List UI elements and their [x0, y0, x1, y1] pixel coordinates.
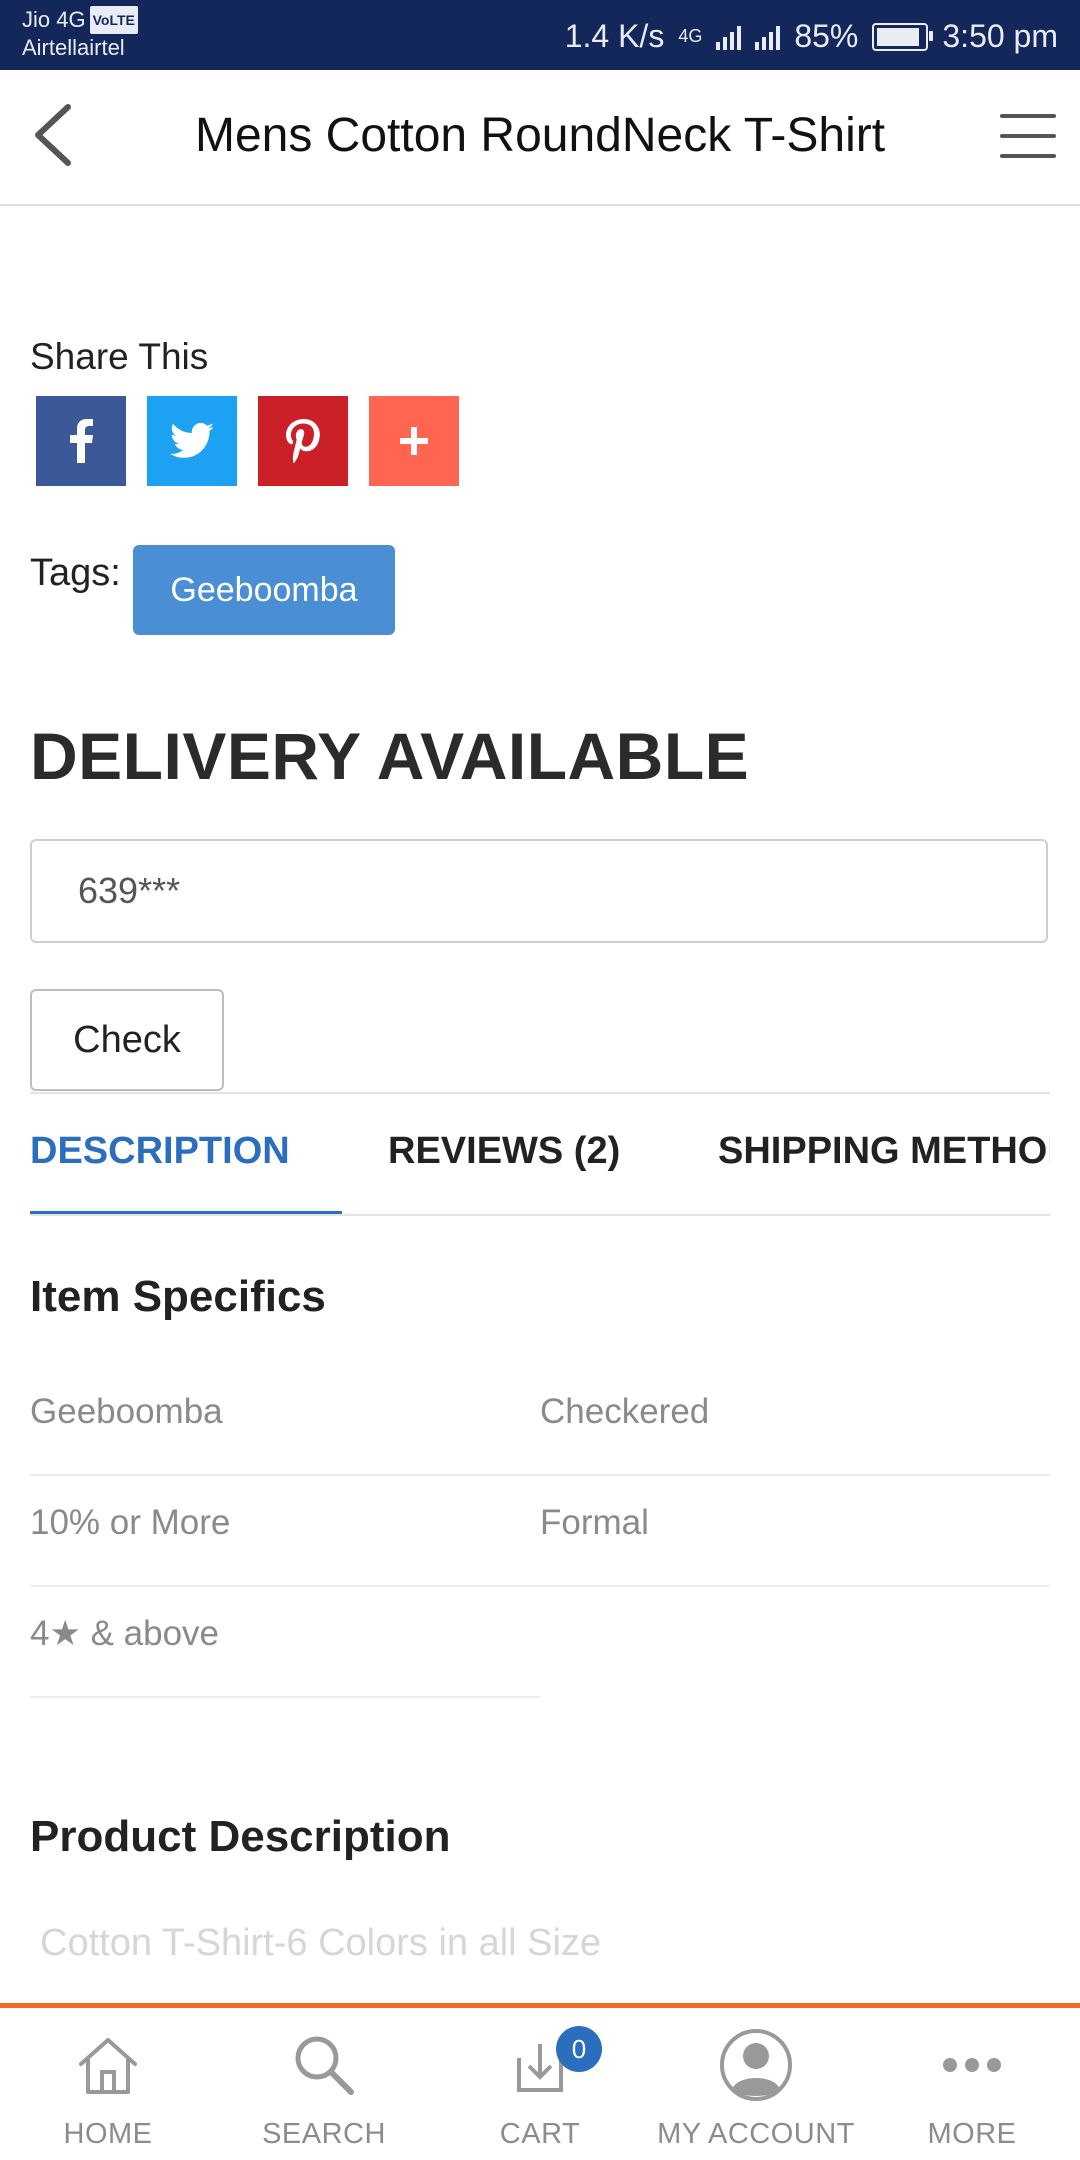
nav-home[interactable]: HOME	[0, 2008, 216, 2160]
status-indicators: 1.4 K/s 4G 85% 3:50 pm	[565, 18, 1058, 55]
spec-cell: Formal	[540, 1477, 1050, 1587]
facebook-share-button[interactable]	[36, 396, 126, 486]
check-button[interactable]: Check	[30, 989, 224, 1091]
bottom-navigation: HOME SEARCH 0 CART MY ACCOUNT MORE	[0, 2003, 1080, 2160]
tab-description[interactable]: DESCRIPTION	[30, 1130, 290, 1173]
carrier-info: Jio 4G VoLTE Airtellairtel	[22, 6, 138, 62]
battery-percent: 85%	[794, 18, 859, 54]
spec-cell: 10% or More	[30, 1477, 540, 1587]
carrier-line-2: Airtellairtel	[22, 35, 125, 60]
nav-more[interactable]: MORE	[864, 2008, 1080, 2160]
nav-cart[interactable]: 0 CART	[432, 2008, 648, 2160]
pincode-input[interactable]	[30, 839, 1048, 943]
nav-my-account-label: MY ACCOUNT	[657, 2118, 855, 2150]
carrier-line-1: Jio 4G	[22, 7, 86, 32]
app-header: Mens Cotton RoundNeck T-Shirt	[0, 70, 1080, 206]
pinterest-share-button[interactable]	[258, 396, 348, 486]
active-tab-indicator	[30, 1211, 342, 1214]
hamburger-icon	[1000, 114, 1056, 118]
page-title: Mens Cotton RoundNeck T-Shirt	[194, 109, 886, 162]
nav-search-label: SEARCH	[262, 2118, 386, 2150]
clock: 3:50 pm	[942, 18, 1058, 54]
more-icon	[943, 2058, 1001, 2072]
share-buttons	[36, 396, 459, 486]
twitter-share-button[interactable]	[147, 396, 237, 486]
chevron-left-icon	[35, 104, 71, 166]
network-speed: 1.4 K/s	[564, 18, 665, 54]
nav-more-label: MORE	[927, 2118, 1017, 2150]
battery-icon	[872, 22, 934, 51]
account-icon	[720, 2029, 792, 2101]
search-icon	[295, 2036, 354, 2095]
status-bar: Jio 4G VoLTE Airtellairtel 1.4 K/s 4G 85%…	[0, 0, 1080, 70]
tab-shipping-method[interactable]: SHIPPING METHOD	[718, 1130, 1050, 1173]
delivery-title: DELIVERY AVAILABLE	[30, 719, 750, 793]
tag-geeboomba[interactable]: Geeboomba	[133, 545, 395, 635]
menu-button[interactable]	[1000, 114, 1056, 158]
facebook-icon	[70, 419, 93, 463]
nav-my-account[interactable]: MY ACCOUNT	[648, 2008, 864, 2160]
signal-icon	[716, 24, 742, 50]
product-tabs: DESCRIPTION REVIEWS (2) SHIPPING METHOD	[30, 1092, 1050, 1216]
network-type: 4G	[678, 26, 703, 46]
spec-cell: Geeboomba	[30, 1366, 540, 1476]
share-label: Share This	[30, 336, 209, 377]
signal-icon-2	[755, 24, 781, 50]
back-button[interactable]	[22, 100, 82, 170]
pinterest-icon	[286, 419, 320, 463]
home-icon	[79, 2038, 137, 2094]
cart-count-badge: 0	[556, 2026, 602, 2072]
more-share-button[interactable]	[369, 396, 459, 486]
spec-cell: 4★ & above	[30, 1588, 540, 1698]
nav-cart-label: CART	[499, 2118, 581, 2150]
product-description-text: Cotton T-Shirt-6 Colors in all Size	[40, 1922, 602, 1964]
plus-icon	[400, 427, 428, 455]
tags-label: Tags:	[30, 552, 121, 594]
volte-badge: VoLTE	[89, 6, 138, 34]
tab-reviews[interactable]: REVIEWS (2)	[388, 1130, 620, 1173]
nav-home-label: HOME	[63, 2118, 153, 2150]
spec-cell: Checkered	[540, 1366, 1050, 1476]
twitter-icon	[170, 423, 214, 458]
item-specifics-title: Item Specifics	[30, 1272, 326, 1321]
nav-search[interactable]: SEARCH	[216, 2008, 432, 2160]
product-description-title: Product Description	[30, 1812, 451, 1861]
